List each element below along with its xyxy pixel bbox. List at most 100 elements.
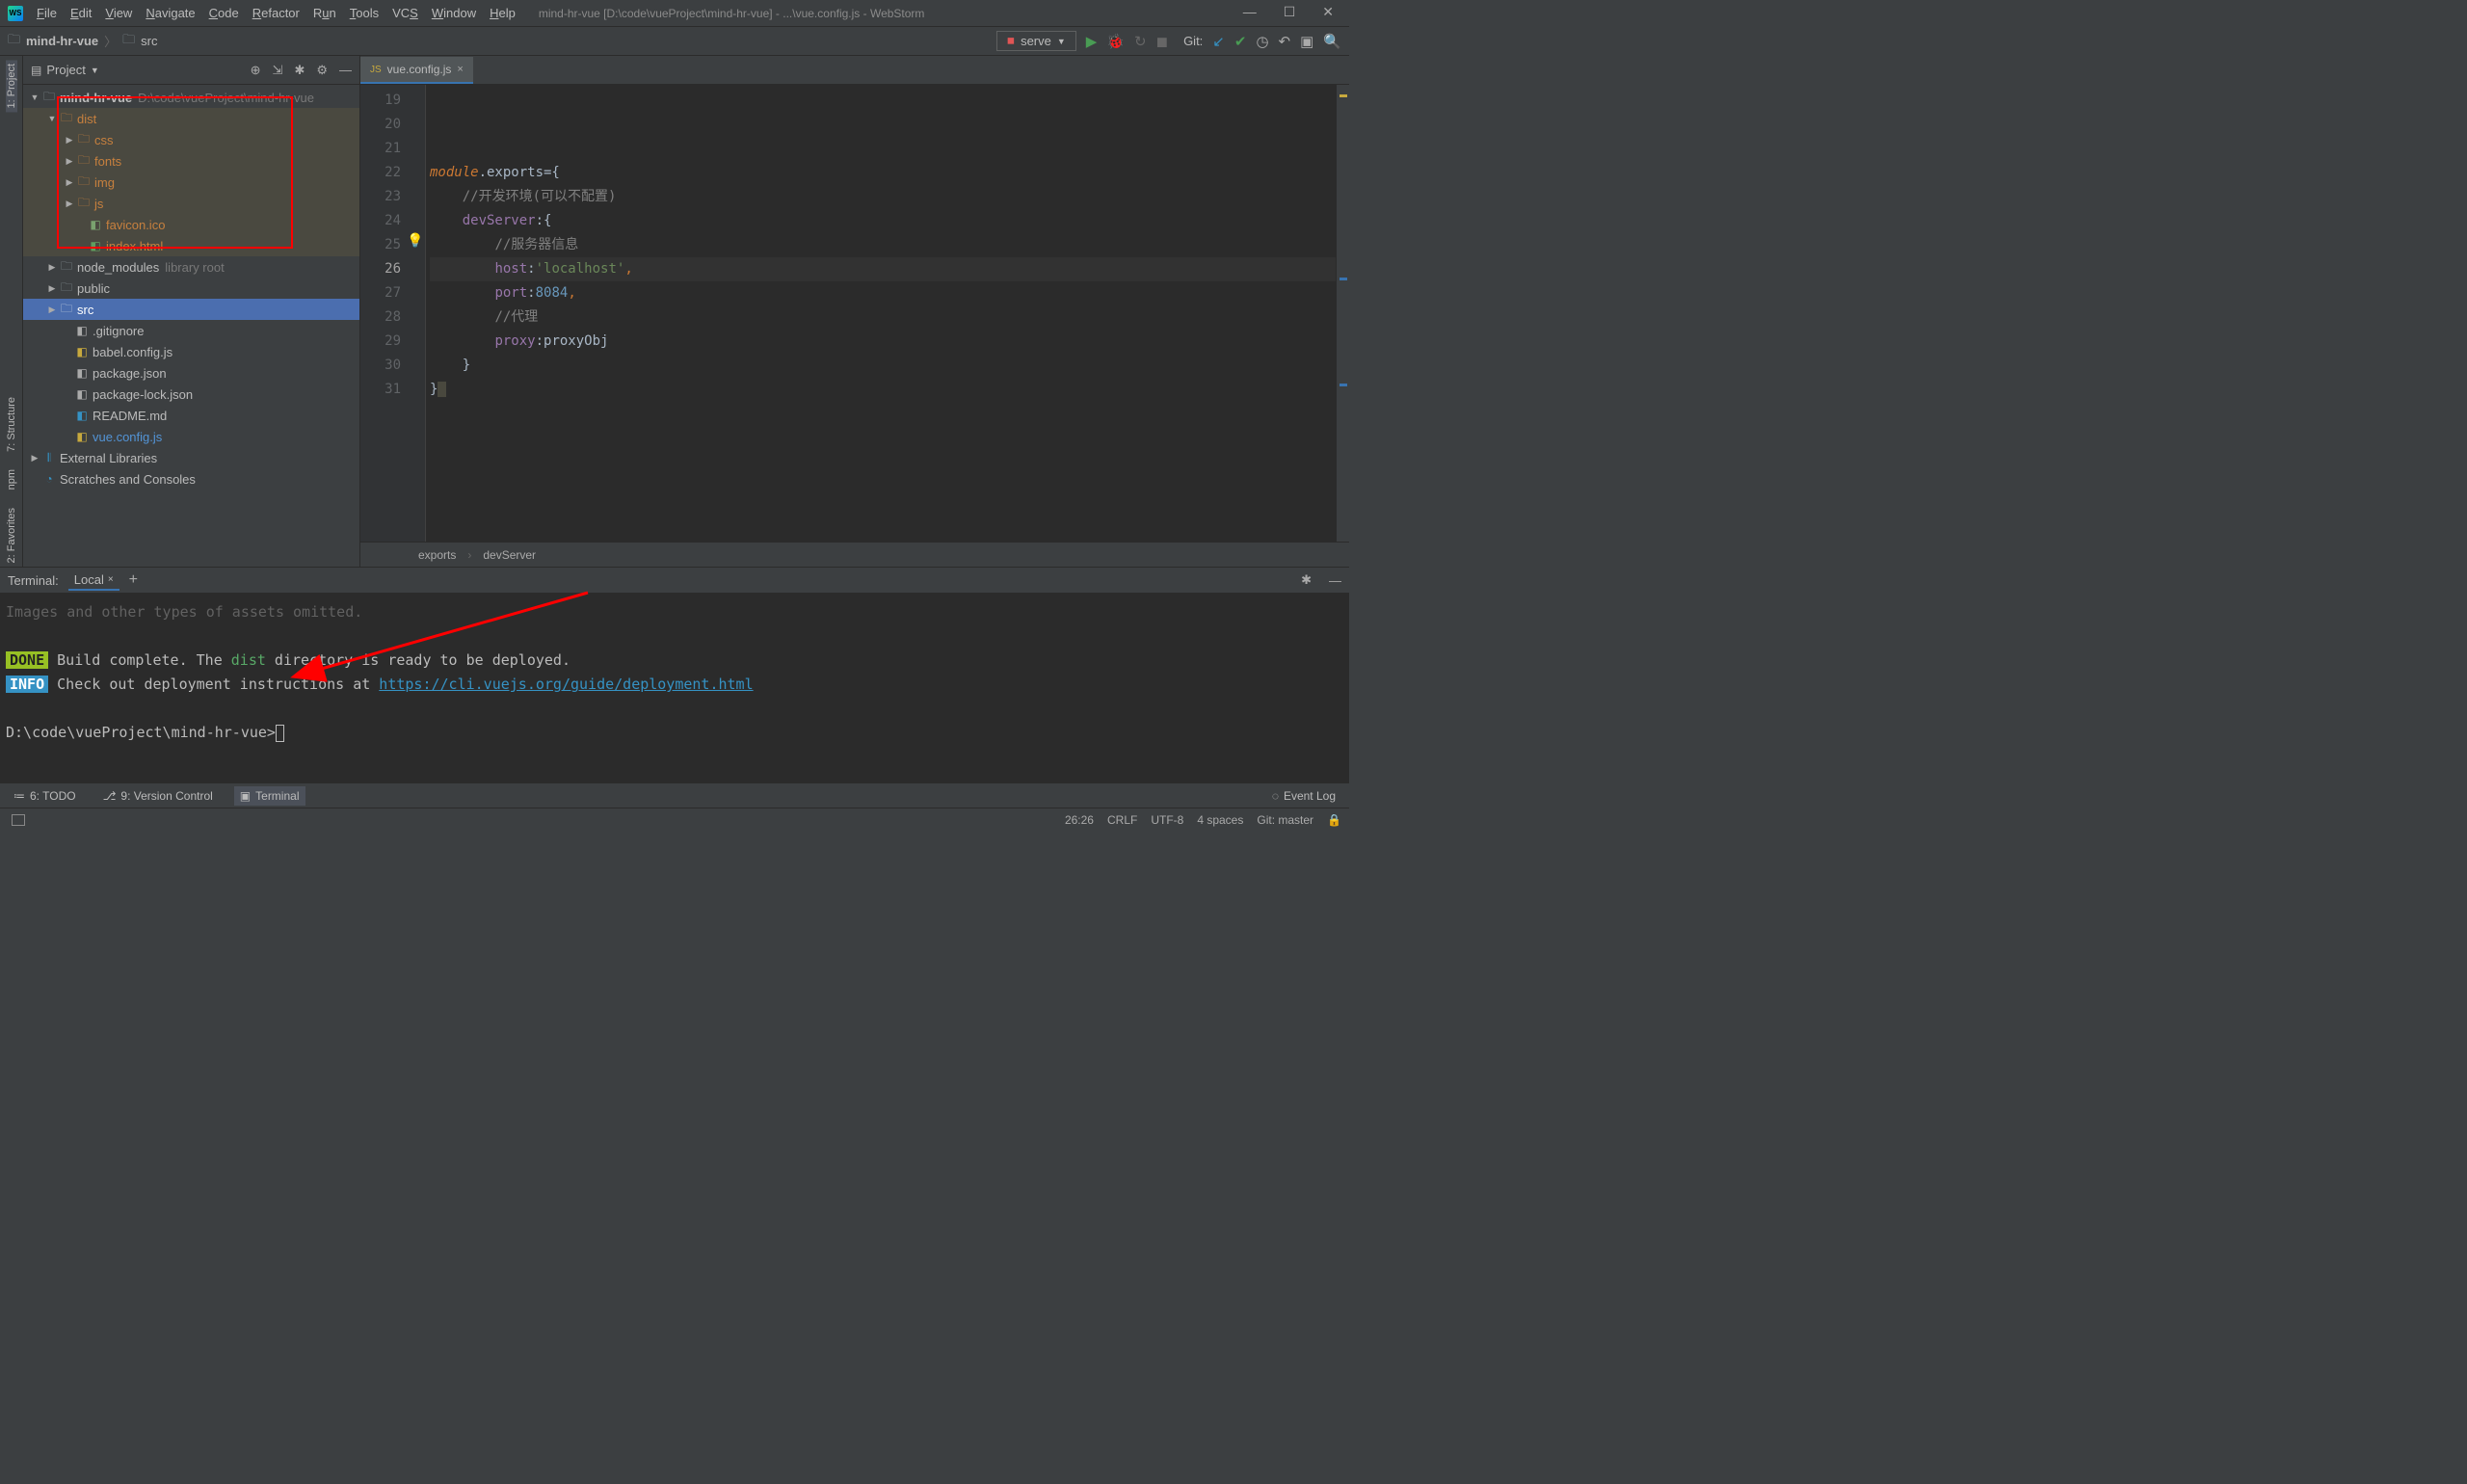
run-config-selector[interactable]: ◼ serve ▼ (996, 31, 1076, 51)
new-terminal-button[interactable]: + (129, 571, 138, 589)
terminal-tab-label: Local (74, 572, 104, 587)
tab-todo[interactable]: ≔6: TODO (8, 786, 82, 806)
tree-file-gitignore[interactable]: ◧.gitignore (23, 320, 359, 341)
tree-folder-fonts[interactable]: ▶🗀fonts (23, 150, 359, 172)
tree-label: favicon.ico (106, 218, 165, 232)
breadcrumb-root[interactable]: mind-hr-vue (26, 34, 98, 48)
git-update-button[interactable]: ↙ (1212, 33, 1225, 50)
tree-folder-public[interactable]: ▶🗀public (23, 278, 359, 299)
terminal-hide-icon[interactable]: — (1329, 573, 1341, 588)
run-button[interactable]: ▶ (1086, 33, 1098, 50)
menu-vcs[interactable]: VCS (386, 4, 424, 22)
tool-npm[interactable]: npm (6, 465, 17, 493)
tree-label: package-lock.json (93, 387, 193, 402)
editor-body[interactable]: 192021 222324 252627 282930 31 💡 module.… (360, 85, 1349, 542)
tree-file-favicon[interactable]: ◧favicon.ico (23, 214, 359, 235)
tree-file-babel[interactable]: ◧babel.config.js (23, 341, 359, 362)
tree-folder-dist[interactable]: ▼🗀dist (23, 108, 359, 129)
crumb-devserver[interactable]: devServer (483, 548, 536, 562)
tree-folder-node-modules[interactable]: ▶🗀node_moduleslibrary root (23, 256, 359, 278)
ide-settings-button[interactable]: ▣ (1300, 33, 1313, 50)
indent[interactable]: 4 spaces (1197, 813, 1243, 827)
menu-tools[interactable]: Tools (344, 4, 385, 22)
menu-edit[interactable]: Edit (65, 4, 97, 22)
tree-file-readme[interactable]: ◧README.md (23, 405, 359, 426)
tree-label: node_modules (77, 260, 159, 275)
line-separator[interactable]: CRLF (1107, 813, 1137, 827)
terminal-tab-local[interactable]: Local × (68, 570, 119, 591)
terminal-settings-icon[interactable]: ✱ (1301, 572, 1312, 588)
tree-label: dist (77, 112, 96, 126)
close-tab-icon[interactable]: × (457, 64, 463, 75)
tree-label: External Libraries (60, 451, 157, 465)
close-button[interactable]: ✕ (1322, 4, 1334, 20)
hide-icon[interactable]: — (339, 63, 352, 77)
tree-file-vueconfig[interactable]: ◧vue.config.js (23, 426, 359, 447)
menu-help[interactable]: Help (484, 4, 521, 22)
terminal-output[interactable]: Images and other types of assets omitted… (0, 593, 1349, 782)
collapse-icon[interactable]: ⇲ (273, 63, 283, 78)
menu-view[interactable]: View (99, 4, 138, 22)
editor-tab-vueconfig[interactable]: JS vue.config.js × (360, 57, 473, 84)
tree-folder-css[interactable]: ▶🗀css (23, 129, 359, 150)
tree-label: src (77, 303, 93, 317)
tool-windows-toggle[interactable] (12, 814, 25, 826)
code-content[interactable]: module.exports={ //开发环境(可以不配置) devServer… (426, 85, 1336, 542)
tree-folder-src[interactable]: ▶🗀src (23, 299, 359, 320)
tree-file-package-lock[interactable]: ◧package-lock.json (23, 384, 359, 405)
fold-gutter[interactable] (409, 85, 426, 542)
menu-refactor[interactable]: Refactor (247, 4, 305, 22)
window-title: mind-hr-vue [D:\code\vueProject\mind-hr-… (539, 7, 925, 20)
project-tree[interactable]: ▼🗀 mind-hr-vue D:\code\vueProject\mind-h… (23, 85, 359, 567)
tool-structure[interactable]: 7: Structure (6, 393, 17, 456)
menu-window[interactable]: Window (426, 4, 482, 22)
git-commit-button[interactable]: ✔ (1234, 33, 1247, 50)
locate-icon[interactable]: ⊕ (251, 63, 261, 78)
caret-position[interactable]: 26:26 (1065, 813, 1094, 827)
tree-root[interactable]: ▼🗀 mind-hr-vue D:\code\vueProject\mind-h… (23, 87, 359, 108)
tree-folder-js[interactable]: ▶🗀js (23, 193, 359, 214)
bottom-tool-tabs: ≔6: TODO ⎇9: Version Control ▣Terminal ◌… (0, 782, 1349, 808)
marker-strip[interactable] (1336, 85, 1349, 542)
menu-run[interactable]: Run (307, 4, 342, 22)
tab-version-control[interactable]: ⎇9: Version Control (97, 786, 219, 806)
main-menu: File Edit View Navigate Code Refactor Ru… (31, 4, 521, 22)
settings-icon[interactable]: ✱ (294, 63, 305, 78)
tab-terminal[interactable]: ▣Terminal (234, 786, 305, 806)
git-revert-button[interactable]: ↶ (1279, 33, 1291, 50)
tree-folder-img[interactable]: ▶🗀img (23, 172, 359, 193)
project-view-label: Project (46, 63, 85, 77)
tree-file-index[interactable]: ◧index.html (23, 235, 359, 256)
editor-breadcrumbs: exports › devServer (360, 542, 1349, 567)
tree-external-libs[interactable]: ▶𝄃External Libraries (23, 447, 359, 468)
git-branch[interactable]: Git: master (1257, 813, 1313, 827)
encoding[interactable]: UTF-8 (1151, 813, 1183, 827)
breadcrumb-src[interactable]: src (141, 34, 157, 48)
git-history-button[interactable]: ◷ (1256, 33, 1268, 50)
left-tool-strip: 1: Project 7: Structure npm 2: Favorites (0, 56, 23, 567)
menu-navigate[interactable]: Navigate (140, 4, 200, 22)
tool-favorites[interactable]: 2: Favorites (6, 504, 17, 567)
tree-scratches[interactable]: ◔Scratches and Consoles (23, 468, 359, 490)
menu-file[interactable]: File (31, 4, 63, 22)
debug-button[interactable]: 🐞 (1106, 33, 1125, 50)
stop-button[interactable]: ◼ (1156, 33, 1168, 50)
terminal-label: Terminal: (8, 573, 59, 588)
js-icon: JS (370, 65, 382, 75)
coverage-button[interactable]: ↻ (1134, 33, 1147, 50)
close-terminal-tab-icon[interactable]: × (108, 574, 114, 585)
project-view-selector[interactable]: ▤ Project ▼ (31, 63, 99, 77)
lock-icon[interactable]: 🔒 (1327, 813, 1341, 827)
deployment-url-link[interactable]: https://cli.vuejs.org/guide/deployment.h… (379, 676, 753, 693)
tab-event-log[interactable]: ◌Event Log (1266, 786, 1341, 806)
menu-code[interactable]: Code (203, 4, 245, 22)
tree-file-package[interactable]: ◧package.json (23, 362, 359, 384)
intention-bulb-icon[interactable]: 💡 (407, 233, 423, 249)
crumb-exports[interactable]: exports (418, 548, 456, 562)
search-everywhere-button[interactable]: 🔍 (1323, 33, 1341, 50)
tool-project[interactable]: 1: Project (6, 60, 17, 112)
gear-icon[interactable]: ⚙ (316, 63, 328, 78)
maximize-button[interactable]: ☐ (1284, 4, 1296, 20)
minimize-button[interactable]: — (1243, 4, 1257, 20)
tree-label: babel.config.js (93, 345, 172, 359)
